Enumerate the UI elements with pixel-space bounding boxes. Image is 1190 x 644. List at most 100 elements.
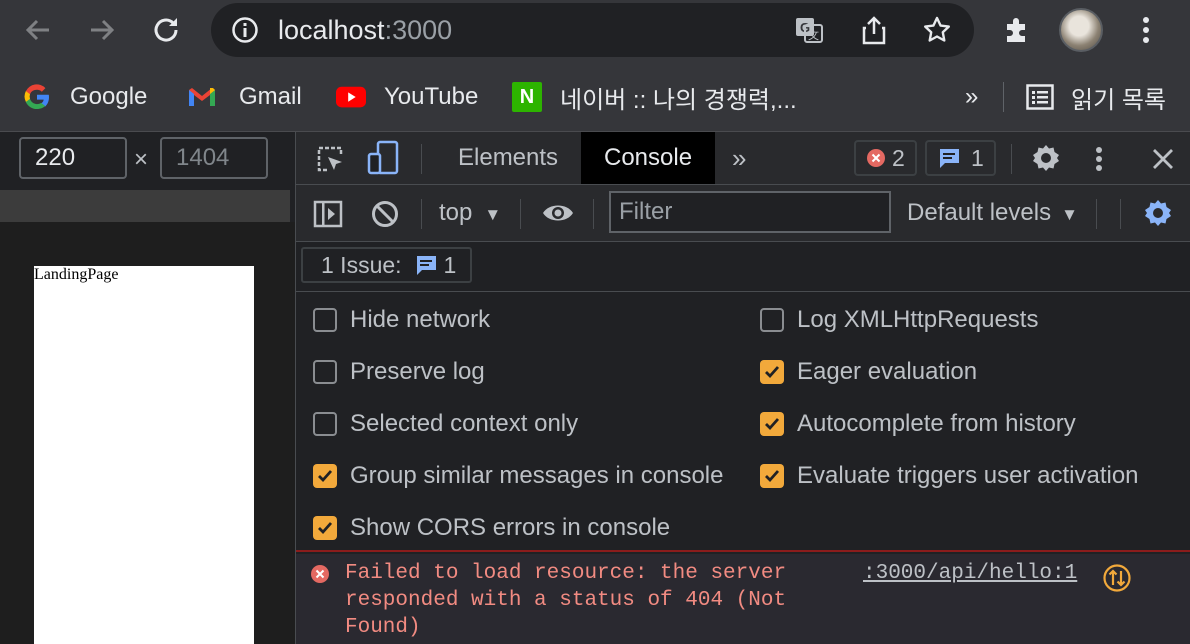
live-expression-eye-icon[interactable] xyxy=(540,199,576,227)
setting-label: Group similar messages in console xyxy=(350,462,724,489)
setting-log-xhr[interactable]: Log XMLHttpRequests xyxy=(760,305,1038,335)
bookmark-label: Gmail xyxy=(239,83,302,110)
reload-button[interactable] xyxy=(148,12,184,48)
reading-list-icon xyxy=(1025,82,1055,112)
error-count: 2 xyxy=(892,144,905,171)
inspect-element-icon[interactable] xyxy=(314,144,346,174)
checkbox[interactable] xyxy=(313,308,337,332)
setting-evaluate-triggers[interactable]: Evaluate triggers user activation xyxy=(760,461,1139,491)
checkbox-checked[interactable] xyxy=(760,360,784,384)
log-levels-dropdown[interactable]: Default levels ▼ xyxy=(907,199,1078,227)
setting-show-cors-errors[interactable]: Show CORS errors in console xyxy=(313,513,670,543)
checkbox[interactable] xyxy=(313,412,337,436)
browser-toolbar: localhost:3000 G文 xyxy=(0,0,1190,62)
console-settings-gear-icon[interactable] xyxy=(1142,197,1174,229)
media-query-ruler xyxy=(0,190,290,222)
checkmark-icon xyxy=(318,522,333,535)
issues-count: 1 xyxy=(443,251,457,278)
more-tabs-button[interactable]: » xyxy=(732,132,746,184)
toolbar-divider xyxy=(1120,199,1121,229)
close-devtools-icon[interactable] xyxy=(1148,144,1178,174)
toolbar-divider xyxy=(421,144,422,174)
svg-text:文: 文 xyxy=(808,28,819,42)
back-button[interactable] xyxy=(20,12,56,48)
toolbar-divider xyxy=(520,199,521,229)
bookmarks-bar: Google Gmail YouTube N 네이버 :: 나의 경쟁력,...… xyxy=(0,62,1190,132)
device-width-input[interactable]: 220 xyxy=(19,137,127,179)
setting-selected-context-only[interactable]: Selected context only xyxy=(313,409,578,439)
checkbox-checked[interactable] xyxy=(313,516,337,540)
settings-gear-icon[interactable] xyxy=(1030,142,1062,174)
forward-button[interactable] xyxy=(84,12,120,48)
error-text: Failed to load resource: the server resp… xyxy=(345,562,787,639)
bookmark-star-icon[interactable] xyxy=(922,15,952,45)
bookmark-naver[interactable]: N 네이버 :: 나의 경쟁력,... xyxy=(512,82,797,114)
setting-label: Show CORS errors in console xyxy=(350,514,671,541)
error-icon xyxy=(310,564,330,589)
issues-button[interactable]: 1 Issue: 1 xyxy=(301,247,473,283)
issue-count-badge[interactable]: 1 xyxy=(925,140,996,176)
clear-console-icon[interactable] xyxy=(370,199,400,229)
tab-elements[interactable]: Elements xyxy=(441,132,575,184)
console-settings: Hide network Preserve log Selected conte… xyxy=(296,292,1190,552)
setting-preserve-log[interactable]: Preserve log xyxy=(313,357,485,387)
device-toolbar-icon[interactable] xyxy=(366,140,400,176)
share-icon[interactable] xyxy=(859,15,889,45)
setting-autocomplete-history[interactable]: Autocomplete from history xyxy=(760,409,1076,439)
menu-kebab-icon[interactable] xyxy=(1128,12,1164,48)
filter-input[interactable]: Filter xyxy=(609,191,891,233)
checkbox-checked[interactable] xyxy=(760,412,784,436)
reading-list-button[interactable]: 읽기 목록 xyxy=(1025,82,1166,114)
youtube-icon xyxy=(336,82,366,112)
setting-label: Selected context only xyxy=(350,410,579,437)
profile-avatar[interactable] xyxy=(1059,8,1103,52)
back-arrow-icon xyxy=(25,19,49,41)
naver-icon: N xyxy=(512,82,542,112)
site-info-icon[interactable] xyxy=(231,16,259,49)
url-text[interactable]: localhost:3000 xyxy=(278,15,452,46)
dropdown-arrow-icon: ▼ xyxy=(484,205,502,224)
bookmark-label: Google xyxy=(70,83,148,110)
setting-group-similar[interactable]: Group similar messages in console xyxy=(313,461,724,491)
issues-bar: 1 Issue: 1 xyxy=(296,242,1190,292)
toolbar-divider xyxy=(421,199,422,229)
console-toolbar: top ▼ Filter Default levels ▼ xyxy=(296,185,1190,242)
console-error-message: Failed to load resource: the server resp… xyxy=(296,554,1190,644)
devtools-tab-bar: Elements Console » 2 1 xyxy=(296,132,1190,185)
checkmark-icon xyxy=(765,470,780,483)
setting-label: Hide network xyxy=(350,306,491,333)
bookmarks-overflow-button[interactable]: » xyxy=(965,82,978,112)
context-selector[interactable]: top ▼ xyxy=(439,199,501,227)
error-source-link[interactable]: :3000/api/hello:1 xyxy=(863,562,1077,585)
tab-console[interactable]: Console xyxy=(581,132,716,184)
checkbox[interactable] xyxy=(313,360,337,384)
address-bar[interactable]: localhost:3000 G文 xyxy=(211,3,974,57)
message-icon xyxy=(939,149,959,168)
checkbox[interactable] xyxy=(760,308,784,332)
bookmark-label: 네이버 :: 나의 경쟁력,... xyxy=(560,86,797,114)
toolbar-divider xyxy=(1096,199,1097,229)
dropdown-arrow-icon: ▼ xyxy=(1061,205,1078,224)
issues-label: 1 Issue: xyxy=(321,251,402,278)
error-count-badge[interactable]: 2 xyxy=(854,140,917,176)
extensions-icon[interactable] xyxy=(1000,12,1036,48)
translate-icon[interactable]: G文 xyxy=(794,15,824,45)
toolbar-divider xyxy=(593,199,594,229)
device-viewport-pane: 220 × 1404 LandingPage xyxy=(0,132,295,644)
checkbox-checked[interactable] xyxy=(313,464,337,488)
setting-hide-network[interactable]: Hide network xyxy=(313,305,490,335)
bookmark-google[interactable]: Google xyxy=(22,82,147,112)
bookmark-gmail[interactable]: Gmail xyxy=(187,82,302,112)
network-request-icon[interactable] xyxy=(1102,563,1132,598)
sidebar-toggle-icon[interactable] xyxy=(312,199,344,229)
device-height-input[interactable]: 1404 xyxy=(160,137,268,179)
checkmark-icon xyxy=(765,418,780,431)
bookmark-youtube[interactable]: YouTube xyxy=(336,82,478,112)
bookmark-divider xyxy=(1003,82,1004,112)
more-options-icon[interactable] xyxy=(1092,144,1106,174)
devtools-panel: Elements Console » 2 1 top ▼ Filter Defa… xyxy=(295,132,1190,644)
checkmark-icon xyxy=(765,366,780,379)
checkbox-checked[interactable] xyxy=(760,464,784,488)
url-port: :3000 xyxy=(384,15,453,45)
setting-eager-evaluation[interactable]: Eager evaluation xyxy=(760,357,977,387)
